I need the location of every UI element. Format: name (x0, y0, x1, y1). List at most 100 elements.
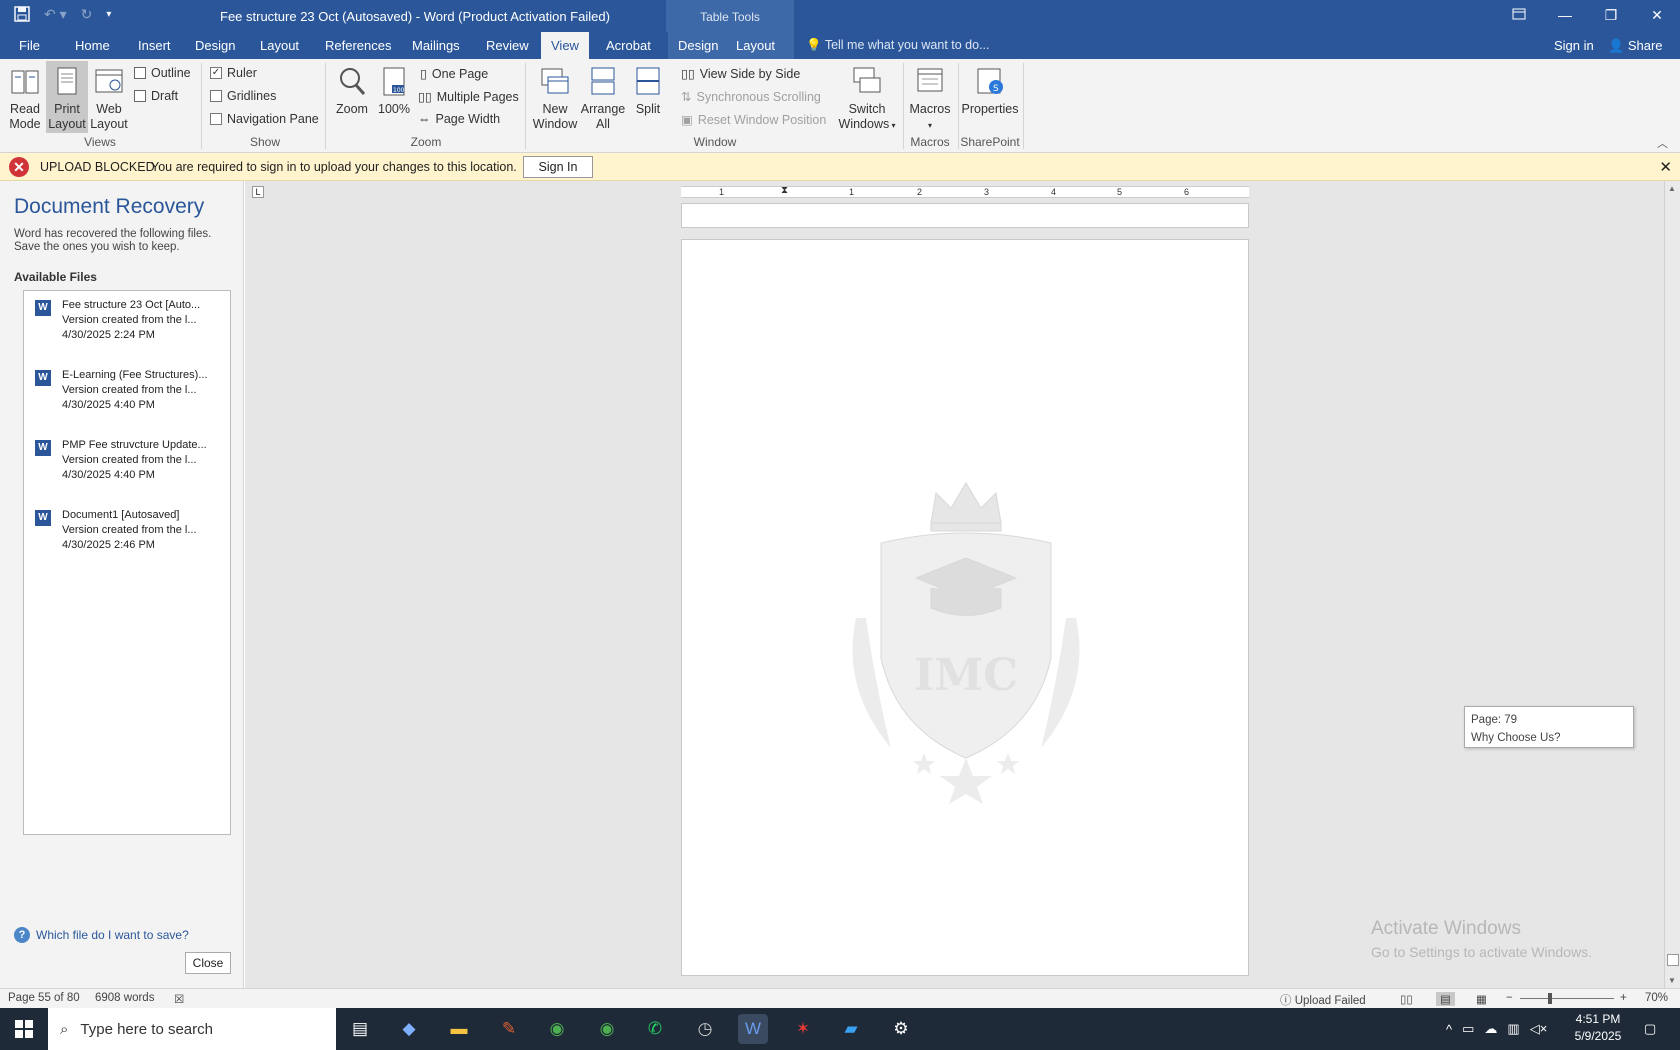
recovery-file-item[interactable]: W E-Learning (Fee Structures)... Version… (24, 365, 230, 425)
new-window-button[interactable]: New Window (530, 63, 580, 135)
start-button[interactable] (0, 1008, 48, 1050)
minimize-button[interactable]: — (1542, 0, 1588, 32)
save-icon[interactable] (14, 6, 30, 25)
message-sign-in-button[interactable]: Sign In (523, 156, 593, 178)
outline-button[interactable]: Outline (134, 66, 191, 80)
undo-icon[interactable]: ↶ ▾ (44, 6, 67, 25)
recovery-close-button[interactable]: Close (185, 952, 231, 974)
close-icon[interactable]: ✕ (1659, 158, 1672, 176)
macros-button[interactable]: Macros ▾ (906, 63, 954, 135)
tab-references[interactable]: References (315, 32, 401, 59)
document-page[interactable]: IMC (681, 239, 1249, 976)
word-count[interactable]: 6908 words (95, 992, 154, 1004)
tell-me-search[interactable]: 💡 Tell me what you want to do... (806, 32, 990, 59)
document-area[interactable]: L 1 1 2 3 4 5 6 ⧗ IMC Page: 79 Why Choos… (245, 181, 1664, 988)
tab-table-design[interactable]: Design (668, 32, 726, 59)
page-width-button[interactable]: ⇔ Page Width (418, 112, 500, 126)
notification-icon[interactable]: ▢ (1644, 1008, 1656, 1050)
copilot-icon[interactable]: ◆ (394, 1014, 424, 1044)
task-view-icon[interactable]: ▤ (345, 1014, 375, 1044)
zoom-100-button[interactable]: 100 100% (374, 63, 414, 135)
horizontal-ruler[interactable]: 1 1 2 3 4 5 6 ⧗ (681, 185, 1249, 198)
sign-in-link[interactable]: Sign in (1554, 32, 1594, 59)
read-mode-view-icon[interactable]: ▯▯ (1400, 992, 1413, 1006)
recovery-file-item[interactable]: W Fee structure 23 Oct [Auto... Version … (24, 295, 230, 355)
draft-button[interactable]: Draft (134, 89, 178, 103)
navigation-pane-checkbox[interactable]: Navigation Pane (210, 112, 319, 126)
zoom-in-icon[interactable]: + (1620, 992, 1627, 1004)
one-page-button[interactable]: ▯ One Page (420, 66, 488, 82)
gridlines-checkbox[interactable]: Gridlines (210, 89, 276, 103)
store-icon[interactable]: ▰ (836, 1014, 866, 1044)
arrange-all-button[interactable]: Arrange All (580, 63, 626, 135)
activate-windows-subtitle: Go to Settings to activate Windows. (1371, 944, 1592, 960)
split-button[interactable]: Split (628, 63, 668, 135)
clock-app-icon[interactable]: ◷ (690, 1014, 720, 1044)
reset-window-position-button[interactable]: ▣ Reset Window Position (681, 112, 826, 128)
tab-selector-icon[interactable]: L (252, 186, 264, 198)
recovery-file-item[interactable]: W PMP Fee struvcture Update... Version c… (24, 435, 230, 495)
zoom-out-icon[interactable]: − (1506, 992, 1513, 1004)
acrobat-icon[interactable]: ✶ (788, 1014, 818, 1044)
whatsapp-icon[interactable]: ✆ (640, 1014, 670, 1044)
which-file-help-link[interactable]: ? Which file do I want to save? (14, 927, 189, 943)
ribbon-display-options-icon[interactable] (1496, 0, 1542, 32)
switch-windows-button[interactable]: Switch Windows ▾ (834, 63, 900, 135)
tab-home[interactable]: Home (65, 32, 120, 59)
tab-table-layout[interactable]: Layout (726, 32, 794, 59)
properties-button[interactable]: S Properties (960, 63, 1020, 135)
tab-review[interactable]: Review (476, 32, 539, 59)
close-button[interactable]: ✕ (1634, 0, 1680, 32)
meet-icon[interactable]: ▭ (1462, 1021, 1474, 1037)
zoom-slider[interactable] (1520, 998, 1614, 999)
message-title: UPLOAD BLOCKED (40, 160, 155, 174)
tab-design[interactable]: Design (185, 32, 245, 59)
share-button[interactable]: 👤 Share (1608, 32, 1663, 59)
tab-layout[interactable]: Layout (250, 32, 309, 59)
chrome-profile-icon[interactable]: ◉ (592, 1014, 622, 1044)
view-side-by-side-button[interactable]: ▯▯ View Side by Side (681, 66, 800, 82)
indent-marker-icon[interactable]: ⧗ (781, 185, 788, 196)
network-icon[interactable]: ▥ (1507, 1021, 1519, 1037)
tab-mailings[interactable]: Mailings (402, 32, 470, 59)
synchronous-scrolling-button[interactable]: ⇅ Synchronous Scrolling (681, 89, 821, 105)
recovery-file-item[interactable]: W Document1 [Autosaved] Version created … (24, 505, 230, 565)
read-mode-button[interactable]: Read Mode (4, 63, 46, 135)
chrome-icon[interactable]: ◉ (542, 1014, 572, 1044)
print-layout-button[interactable]: Print Layout (46, 61, 88, 133)
redo-icon[interactable]: ↻ (81, 6, 93, 25)
ruler-checkbox[interactable]: ✓ Ruler (210, 66, 257, 80)
upload-failed-status[interactable]: ⓘ Upload Failed (1280, 992, 1366, 1008)
scroll-down-icon[interactable]: ▼ (1668, 976, 1676, 985)
taskbar-search[interactable]: ⌕ Type here to search (48, 1008, 336, 1050)
app-icon[interactable]: ✎ (494, 1014, 524, 1044)
volume-muted-icon[interactable]: ◁× (1530, 1021, 1548, 1037)
page-count[interactable]: Page 55 of 80 (8, 992, 80, 1004)
multiple-pages-button[interactable]: ▯▯ Multiple Pages (418, 89, 519, 105)
customize-qat-icon[interactable]: ▾ (106, 6, 111, 25)
scroll-thumb[interactable] (1667, 954, 1679, 966)
tab-acrobat[interactable]: Acrobat (596, 32, 661, 59)
onedrive-icon[interactable]: ☁ (1484, 1021, 1497, 1037)
print-layout-view-icon[interactable]: ▤ (1436, 992, 1455, 1006)
vertical-scrollbar[interactable]: ▲ ▼ (1664, 181, 1680, 988)
proofing-icon[interactable]: ☒ (174, 992, 184, 1006)
tab-file[interactable]: File (9, 32, 50, 59)
zoom-button[interactable]: Zoom (332, 63, 372, 135)
web-layout-button[interactable]: Web Layout (88, 63, 130, 135)
scroll-up-icon[interactable]: ▲ (1668, 184, 1676, 193)
sharepoint-group-label: SharePoint (960, 135, 1020, 149)
collapse-ribbon-icon[interactable]: ︿ (1657, 135, 1668, 151)
magnifier-icon (340, 68, 366, 95)
taskbar-clock[interactable]: 4:51 PM 5/9/2025 (1568, 1011, 1628, 1045)
zoom-slider-thumb[interactable] (1548, 993, 1552, 1004)
web-layout-view-icon[interactable]: ▦ (1476, 992, 1487, 1006)
zoom-level[interactable]: 70% (1645, 992, 1668, 1004)
settings-icon[interactable]: ⚙ (886, 1014, 916, 1044)
word-taskbar-icon[interactable]: W (738, 1014, 768, 1044)
chevron-up-icon[interactable]: ^ (1446, 1022, 1452, 1037)
tab-view[interactable]: View (541, 32, 589, 59)
file-explorer-icon[interactable]: ▬ (444, 1014, 474, 1044)
tab-insert[interactable]: Insert (128, 32, 181, 59)
restore-button[interactable]: ❐ (1588, 0, 1634, 32)
